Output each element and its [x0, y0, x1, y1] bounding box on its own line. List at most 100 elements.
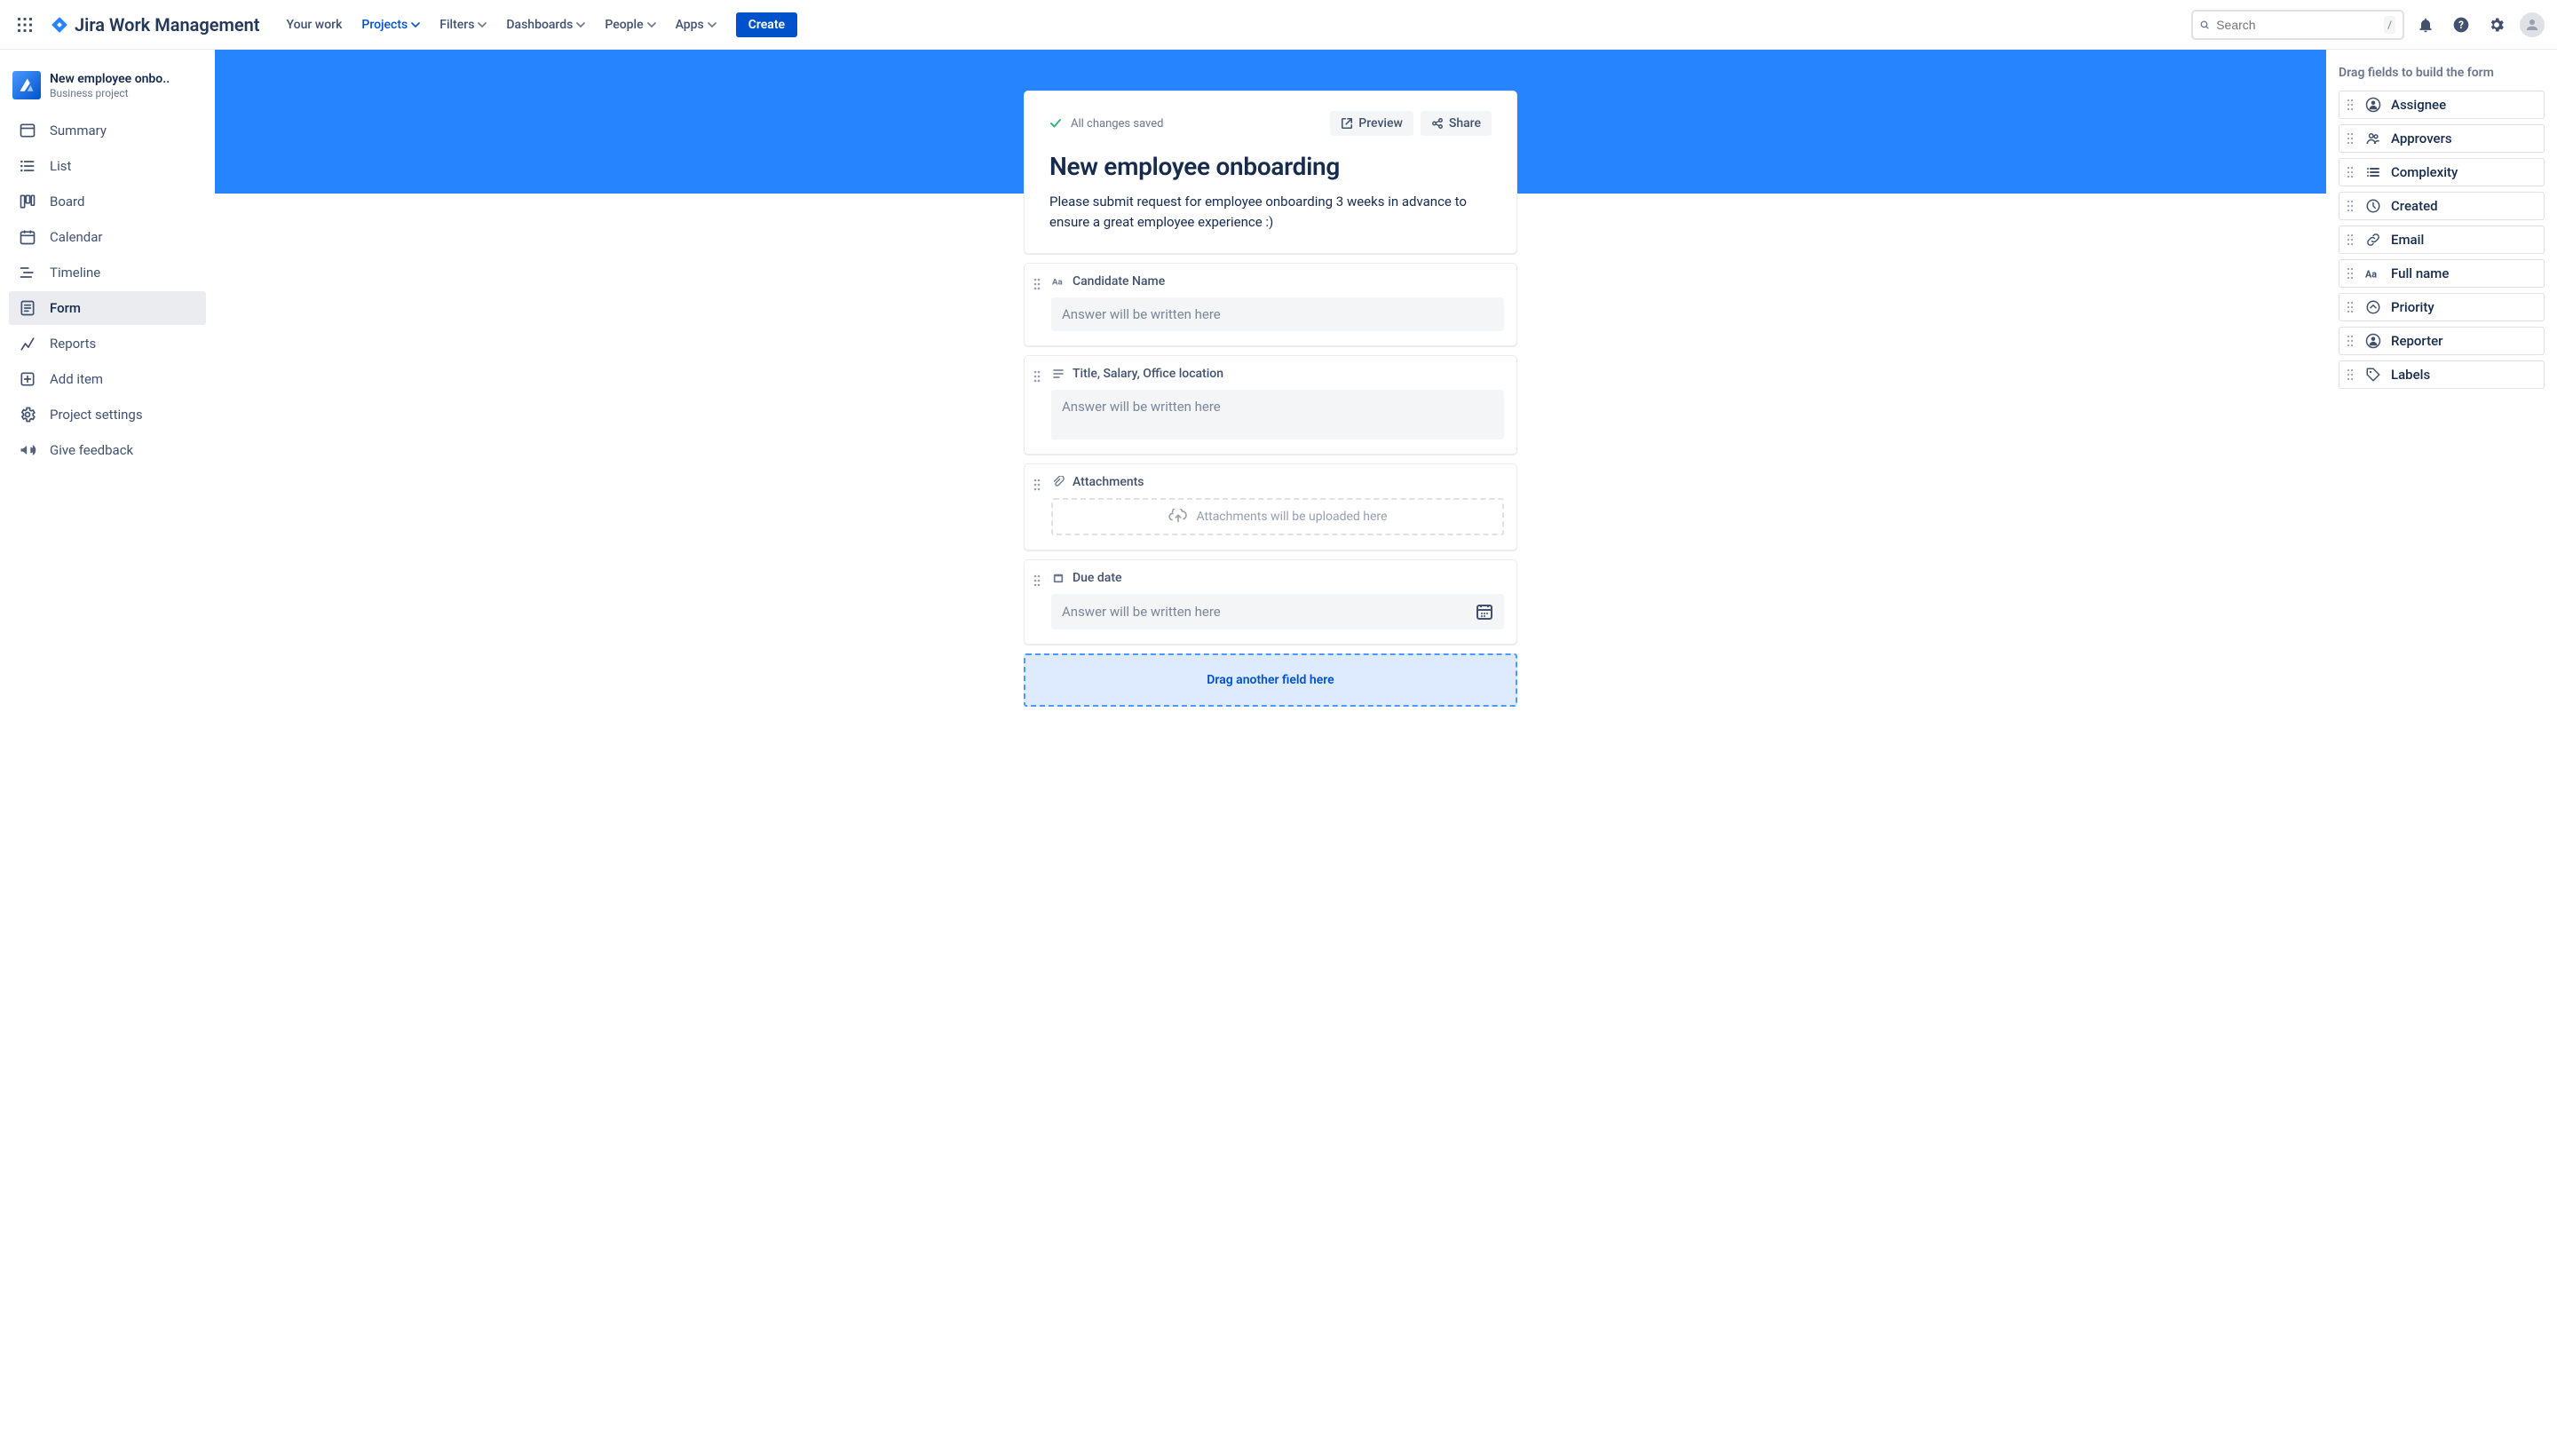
- create-button[interactable]: Create: [736, 12, 797, 37]
- nav-your-work[interactable]: Your work: [278, 12, 352, 37]
- list-icon: [18, 156, 37, 176]
- chevron-down-icon: [411, 20, 420, 29]
- drag-handle-icon[interactable]: [1033, 274, 1046, 331]
- jira-mark-icon: [50, 15, 69, 35]
- drag-handle-icon[interactable]: [1033, 571, 1046, 629]
- nav-dashboards[interactable]: Dashboards: [497, 12, 594, 37]
- field-label: Candidate Name: [1073, 274, 1165, 289]
- grid-icon: [17, 17, 33, 33]
- search-icon: [2200, 18, 2209, 32]
- check-icon: [1049, 117, 1062, 130]
- help-icon: ?: [2452, 16, 2470, 34]
- field-chip-full-name[interactable]: AaFull name: [2339, 259, 2545, 288]
- product-name: Jira Work Management: [75, 14, 260, 36]
- nav-projects[interactable]: Projects: [352, 12, 429, 37]
- avatar-icon: [2520, 12, 2545, 37]
- form-title[interactable]: New employee onboarding: [1049, 152, 1492, 181]
- text-icon: Aa: [2364, 267, 2382, 280]
- field-chip-email[interactable]: Email: [2339, 226, 2545, 254]
- calendar-picker-icon[interactable]: [1476, 603, 1493, 621]
- drag-handle-icon: [2347, 301, 2355, 313]
- text-icon: Aa: [1051, 275, 1065, 288]
- gear-icon: [18, 405, 37, 424]
- field-chip-approvers[interactable]: Approvers: [2339, 124, 2545, 153]
- add-icon: [18, 369, 37, 389]
- board-icon: [18, 192, 37, 211]
- field-label: Attachments: [1073, 475, 1144, 489]
- sidebar-item-summary[interactable]: Summary: [9, 114, 206, 147]
- attachment-dropzone-preview: Attachments will be uploaded here: [1051, 498, 1504, 535]
- share-button[interactable]: Share: [1421, 111, 1492, 136]
- drag-handle-icon: [2347, 368, 2355, 381]
- form-header-card: All changes saved Preview Share New empl: [1024, 91, 1517, 254]
- list-icon: [2364, 165, 2382, 179]
- search-input[interactable]: /: [2191, 10, 2404, 40]
- field-chip-reporter[interactable]: Reporter: [2339, 327, 2545, 355]
- external-icon: [1341, 117, 1353, 130]
- paragraph-icon: [1051, 368, 1065, 380]
- drag-handle-icon: [2347, 200, 2355, 212]
- sidebar-item-settings[interactable]: Project settings: [9, 398, 206, 431]
- calendar-icon: [18, 227, 37, 247]
- nav-apps[interactable]: Apps: [667, 12, 725, 37]
- bell-icon: [2417, 16, 2434, 34]
- person-icon: [2364, 97, 2382, 113]
- sidebar-item-form[interactable]: Form: [9, 291, 206, 325]
- settings-button[interactable]: [2482, 11, 2511, 39]
- textarea-preview: Answer will be written here: [1051, 390, 1504, 439]
- project-name: New employee onbo..: [50, 71, 170, 87]
- share-icon: [1431, 117, 1444, 130]
- chevron-down-icon: [478, 20, 487, 29]
- sidebar-item-timeline[interactable]: Timeline: [9, 256, 206, 289]
- sidebar-item-calendar[interactable]: Calendar: [9, 220, 206, 254]
- help-button[interactable]: ?: [2447, 11, 2475, 39]
- sidebar-item-list[interactable]: List: [9, 149, 206, 183]
- reports-icon: [18, 334, 37, 353]
- field-chip-priority[interactable]: Priority: [2339, 293, 2545, 321]
- drag-handle-icon: [2347, 99, 2355, 111]
- person-icon: [2364, 333, 2382, 349]
- sidebar: New employee onbo.. Business project Sum…: [0, 50, 215, 1456]
- notifications-button[interactable]: [2411, 11, 2440, 39]
- megaphone-icon: [18, 440, 37, 460]
- preview-button[interactable]: Preview: [1330, 111, 1413, 136]
- sidebar-item-add[interactable]: Add item: [9, 362, 206, 396]
- field-chip-complexity[interactable]: Complexity: [2339, 158, 2545, 186]
- search-hotkey: /: [2384, 16, 2395, 34]
- timeline-icon: [18, 263, 37, 282]
- field-chip-assignee[interactable]: Assignee: [2339, 91, 2545, 119]
- form-description[interactable]: Please submit request for employee onboa…: [1049, 192, 1492, 232]
- summary-icon: [18, 121, 37, 140]
- field-candidate-name[interactable]: Aa Candidate Name Answer will be written …: [1024, 263, 1517, 346]
- field-attachments[interactable]: Attachments Attachments will be uploaded…: [1024, 463, 1517, 550]
- project-type: Business project: [50, 87, 170, 99]
- field-title-salary[interactable]: Title, Salary, Office location Answer wi…: [1024, 355, 1517, 455]
- product-logo[interactable]: Jira Work Management: [43, 14, 267, 36]
- field-chip-labels[interactable]: Labels: [2339, 360, 2545, 389]
- profile-button[interactable]: [2518, 11, 2546, 39]
- sidebar-item-reports[interactable]: Reports: [9, 327, 206, 360]
- drag-handle-icon: [2347, 132, 2355, 145]
- sidebar-item-board[interactable]: Board: [9, 185, 206, 218]
- project-header[interactable]: New employee onbo.. Business project: [9, 67, 206, 114]
- sidebar-item-feedback[interactable]: Give feedback: [9, 433, 206, 467]
- field-due-date[interactable]: Due date Answer will be written here: [1024, 559, 1517, 645]
- drag-handle-icon[interactable]: [1033, 475, 1046, 535]
- svg-text:?: ?: [2458, 19, 2464, 31]
- app-switcher[interactable]: [11, 11, 39, 39]
- field-chip-created[interactable]: Created: [2339, 192, 2545, 220]
- drag-handle-icon: [2347, 166, 2355, 178]
- drag-handle-icon[interactable]: [1033, 367, 1046, 439]
- field-label: Due date: [1073, 571, 1122, 585]
- people-icon: [2364, 131, 2382, 146]
- field-label: Title, Salary, Office location: [1073, 367, 1223, 381]
- main-canvas: All changes saved Preview Share New empl: [215, 50, 2326, 1456]
- search-field[interactable]: [2216, 18, 2377, 32]
- nav-people[interactable]: People: [596, 12, 664, 37]
- svg-text:Aa: Aa: [1052, 278, 1063, 288]
- text-input-preview: Answer will be written here: [1051, 297, 1504, 331]
- fields-panel: Drag fields to build the form Assignee A…: [2326, 50, 2557, 1456]
- drag-handle-icon: [2347, 233, 2355, 246]
- nav-filters[interactable]: Filters: [431, 12, 495, 37]
- field-dropzone[interactable]: Drag another field here: [1024, 653, 1517, 707]
